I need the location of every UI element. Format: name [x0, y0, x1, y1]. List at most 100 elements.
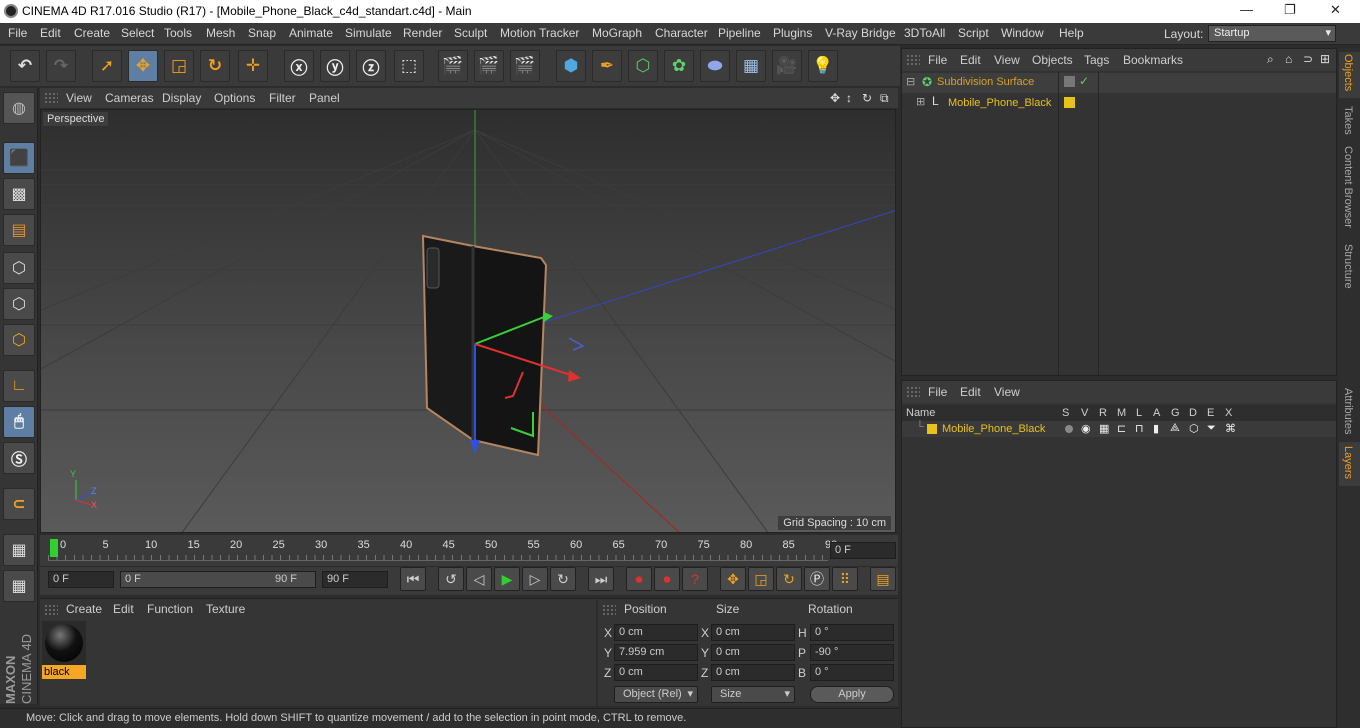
menu-motion-tracker[interactable]: Motion Tracker: [500, 26, 579, 40]
collapse-icon[interactable]: ⊟: [906, 75, 915, 88]
col-deformers[interactable]: D: [1189, 407, 1197, 419]
minimize-button[interactable]: —: [1240, 2, 1253, 17]
cube-object-button[interactable]: ⬢: [556, 50, 586, 82]
col-animation[interactable]: A: [1153, 407, 1160, 419]
home-icon[interactable]: ⌂: [1285, 52, 1292, 66]
menu-window[interactable]: Window: [1001, 26, 1044, 40]
y-axis-lock-button[interactable]: ⓨ: [320, 50, 350, 82]
keyframe-selection-button[interactable]: ?: [682, 567, 708, 591]
workplane-align-button[interactable]: ▦: [3, 570, 35, 602]
viewport-zoom-icon[interactable]: ↕: [846, 91, 852, 105]
menu-edit[interactable]: Edit: [40, 26, 61, 40]
menu-animate[interactable]: Animate: [289, 26, 333, 40]
start-frame-field[interactable]: 0 F: [48, 571, 114, 588]
tab-objects[interactable]: Objects: [1342, 54, 1354, 91]
film-icon[interactable]: ▮: [1153, 422, 1159, 435]
object-menu-tags[interactable]: Tags: [1084, 53, 1109, 67]
maximize-button[interactable]: ❐: [1284, 2, 1296, 18]
menu-script[interactable]: Script: [958, 26, 989, 40]
lock-icon[interactable]: ⊓: [1135, 422, 1144, 435]
key-pla-button[interactable]: ⠿: [832, 567, 858, 591]
menu-render[interactable]: Render: [403, 26, 442, 40]
object-menu-objects[interactable]: Objects: [1032, 53, 1073, 67]
deformer-icon[interactable]: ⬡: [1189, 422, 1199, 435]
magnet-button[interactable]: ⊂: [3, 488, 35, 520]
object-menu-edit[interactable]: Edit: [960, 53, 981, 67]
position-x-field[interactable]: 0 cm: [614, 624, 698, 641]
viewport-maximize-icon[interactable]: ⧉: [880, 91, 889, 106]
rotation-p-field[interactable]: -90 °: [810, 644, 894, 661]
viewport-menu-filter[interactable]: Filter: [269, 91, 296, 105]
col-xref[interactable]: X: [1225, 407, 1232, 419]
timeline-ruler[interactable]: [48, 539, 828, 561]
object-menu-view[interactable]: View: [994, 53, 1020, 67]
menu-file[interactable]: File: [8, 26, 27, 40]
col-manager[interactable]: M: [1117, 407, 1126, 419]
viewport-menu-panel[interactable]: Panel: [309, 91, 340, 105]
tab-attributes[interactable]: Attributes: [1342, 388, 1354, 434]
undo-button[interactable]: ↶: [10, 50, 40, 82]
next-key-button[interactable]: ↻: [550, 567, 576, 591]
col-render[interactable]: R: [1099, 407, 1107, 419]
key-rotation-button[interactable]: ↻: [776, 567, 802, 591]
apply-button[interactable]: Apply: [810, 686, 894, 703]
tab-takes[interactable]: Takes: [1342, 106, 1354, 135]
material-menu-texture[interactable]: Texture: [206, 602, 245, 616]
viewport-menu-display[interactable]: Display: [162, 91, 201, 105]
previous-frame-button[interactable]: ◁: [466, 567, 492, 591]
next-frame-button[interactable]: ▷: [522, 567, 548, 591]
viewport-menu-view[interactable]: View: [66, 91, 92, 105]
coordinate-mode-select[interactable]: Object (Rel) ▾: [614, 686, 698, 703]
col-solo[interactable]: S: [1062, 407, 1069, 419]
live-selection-button[interactable]: ➚: [92, 50, 122, 82]
tab-structure[interactable]: Structure: [1342, 244, 1354, 289]
object-menu-bookmarks[interactable]: Bookmarks: [1123, 53, 1183, 67]
points-mode-button[interactable]: ⬡: [3, 252, 35, 284]
menu-select[interactable]: Select: [121, 26, 154, 40]
col-visible[interactable]: V: [1081, 407, 1088, 419]
search-icon[interactable]: ⌕: [1267, 52, 1274, 67]
menu-sculpt[interactable]: Sculpt: [454, 26, 487, 40]
generator-icon[interactable]: ⟁: [1170, 422, 1180, 435]
rotation-h-field[interactable]: 0 °: [810, 624, 894, 641]
tab-layers[interactable]: Layers: [1342, 446, 1354, 479]
polygons-mode-button[interactable]: ⬡: [3, 324, 35, 356]
menu-plugins[interactable]: Plugins: [773, 26, 812, 40]
make-editable-button[interactable]: ◍: [3, 92, 35, 124]
object-name-subdivision[interactable]: Subdivision Surface: [937, 76, 1034, 88]
menu-snap[interactable]: Snap: [248, 26, 276, 40]
rotation-b-field[interactable]: 0 °: [810, 664, 894, 681]
menu-character[interactable]: Character: [655, 26, 708, 40]
material-name[interactable]: black: [42, 665, 86, 679]
viewport-move-icon[interactable]: ✥: [830, 91, 840, 105]
render-picture-viewer-button[interactable]: 🎬: [474, 50, 504, 82]
material-menu-create[interactable]: Create: [66, 602, 102, 616]
menu-tools[interactable]: Tools: [164, 26, 192, 40]
hierarchy-icon[interactable]: ⊏: [1117, 422, 1126, 435]
object-menu-file[interactable]: File: [928, 53, 947, 67]
viewport-rotate-icon[interactable]: ↻: [862, 91, 872, 105]
pen-spline-button[interactable]: ✒: [592, 50, 622, 82]
viewport-menu-cameras[interactable]: Cameras: [105, 91, 154, 105]
col-locked[interactable]: L: [1136, 407, 1142, 419]
current-frame-field[interactable]: 0 F: [830, 542, 896, 559]
cloner-button[interactable]: ✿: [664, 50, 694, 82]
playhead[interactable]: [50, 539, 58, 557]
texture-mode-button[interactable]: ▩: [3, 178, 35, 210]
tab-content-browser[interactable]: Content Browser: [1342, 146, 1354, 228]
layer-color-swatch[interactable]: [927, 424, 937, 434]
end-frame-field[interactable]: 90 F: [322, 571, 388, 588]
autokey-button[interactable]: ⏺: [654, 567, 680, 591]
axis-mode-button[interactable]: ∟: [3, 370, 35, 402]
col-name[interactable]: Name: [906, 407, 935, 419]
z-axis-lock-button[interactable]: ⓩ: [356, 50, 386, 82]
object-name-phone[interactable]: Mobile_Phone_Black: [948, 97, 1051, 109]
mobile-phone-model[interactable]: [421, 234, 548, 457]
solo-toggle-icon[interactable]: [1065, 425, 1073, 433]
material-menu-function[interactable]: Function: [147, 602, 193, 616]
timeline[interactable]: 051015202530354045505560657075808590 0 F: [40, 535, 898, 566]
deformer-button[interactable]: ⬬: [700, 50, 730, 82]
material-menu-edit[interactable]: Edit: [113, 602, 134, 616]
model-mode-button[interactable]: ⬛: [3, 142, 35, 174]
viewport-menu-options[interactable]: Options: [214, 91, 255, 105]
